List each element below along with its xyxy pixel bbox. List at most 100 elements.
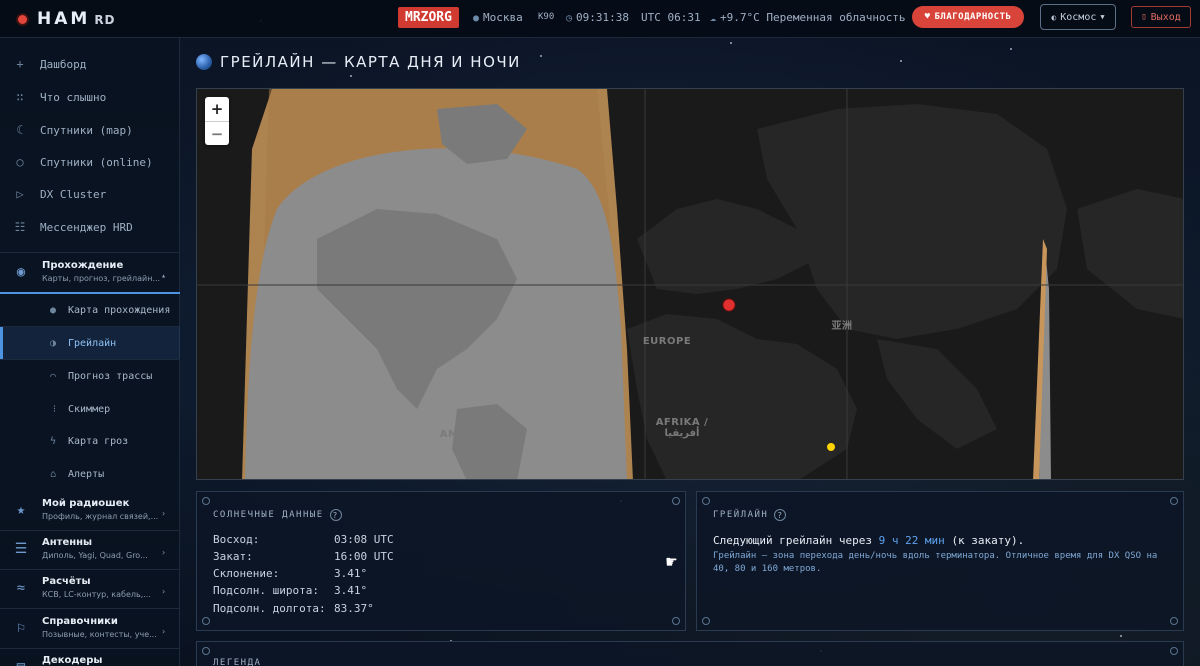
solar-key: Подсолн. широта:	[213, 584, 319, 597]
sidebar-divider	[0, 530, 180, 531]
group-title: Декодеры	[42, 655, 103, 666]
chevron-right-icon: ›	[161, 509, 166, 518]
sidebar-subitem-label: Алерты	[68, 468, 105, 480]
sidebar-subitem-skimmer[interactable]: ⁝ Скиммер	[0, 393, 180, 425]
legend-title: ЛЕГЕНДА	[213, 658, 262, 666]
chevron-right-icon: ›	[161, 548, 166, 557]
sidebar-item-what-heard[interactable]: ∷ Что слышно	[0, 82, 180, 112]
next-greyline: Следующий грейлайн через 9 ч 22 мин (к з…	[713, 534, 1024, 547]
sidebar-item-messenger[interactable]: ☷ Мессенджер HRD	[0, 212, 180, 242]
sidebar-subitem-label: Прогноз трассы	[68, 370, 153, 382]
sidebar-subitem-label: Карта гроз	[68, 435, 129, 447]
chevron-right-icon: ›	[161, 587, 166, 596]
next-value: 9 ч 22 мин	[878, 534, 945, 547]
location-dot-icon: ●	[473, 13, 480, 24]
sidebar: + Дашборд ∷ Что слышно ☾ Спутники (map) ○ Сп…	[0, 38, 180, 666]
target-icon: ◉	[16, 264, 26, 280]
hand-cursor-icon: ☛	[666, 552, 677, 573]
solar-value: 83.37°	[334, 602, 374, 615]
corner-dot-icon	[672, 497, 680, 505]
arc-icon: ⌒	[49, 370, 56, 382]
logo-text: HAM	[37, 9, 91, 29]
solar-value: 16:00 UTC	[334, 550, 394, 563]
top-bar: HAM RD MRZORG ● Москва K90 ◷ 09:31:38 UTC 0…	[0, 0, 1200, 38]
solar-row: Подсолн. широта: 3.41°	[213, 584, 367, 597]
corner-dot-icon	[202, 617, 210, 625]
sidebar-group-decoders[interactable]: ▤ Декодеры	[0, 655, 180, 666]
solar-card-title: СОЛНЕЧНЫЕ ДАННЫЕ	[213, 510, 324, 520]
local-clock: ◷ 09:31:38	[566, 11, 629, 24]
chevron-up-icon: ▴	[161, 271, 166, 280]
thanks-button[interactable]: ♥ БЛАГОДАРНОСТЬ	[912, 6, 1024, 28]
callsign-badge[interactable]: MRZORG	[398, 7, 459, 28]
observer-marker[interactable]	[722, 298, 736, 312]
circle-icon: ○	[16, 155, 24, 169]
sidebar-subitem-storm-map[interactable]: ϟ Карта гроз	[0, 425, 180, 457]
corner-dot-icon	[1170, 647, 1178, 655]
weather-indicator: ☁ +9.7°C Переменная облачность	[710, 11, 905, 24]
map-zoom-control: + −	[205, 97, 229, 145]
sidebar-subitem-path-forecast[interactable]: ⌒ Прогноз трассы	[0, 360, 180, 392]
logo-dot-icon	[18, 14, 27, 24]
sidebar-subitem-propagation-map[interactable]: ● Карта прохождения	[0, 294, 180, 326]
logo-suffix: RD	[94, 13, 116, 27]
sidebar-group-propagation[interactable]: ◉ Прохождение Карты, прогноз, грейлайн..…	[0, 260, 180, 283]
crescent-icon: ☾	[16, 123, 24, 137]
help-icon[interactable]: ?	[774, 509, 787, 521]
weather-text: +9.7°C Переменная облачность	[720, 11, 906, 24]
grid-locator: K90	[538, 12, 555, 22]
sidebar-subitem-greyline[interactable]: ◑ Грейлайн	[0, 327, 180, 359]
exit-label: Выход	[1150, 11, 1181, 23]
group-subtitle: Позывные, контесты, уче...	[42, 630, 157, 639]
legend-card: ЛЕГЕНДА	[196, 641, 1184, 666]
location-indicator: ● Москва	[473, 11, 523, 24]
next-suffix: (к закату).	[951, 534, 1025, 547]
map-label-africa: AFRIKA / أفريقيا	[655, 417, 709, 439]
sidebar-subitem-label: Скиммер	[68, 403, 111, 415]
corner-dot-icon	[702, 497, 710, 505]
sidebar-item-label: Спутники (online)	[40, 155, 153, 169]
exit-button[interactable]: ▯ Выход	[1131, 6, 1191, 28]
sidebar-group-my-shack[interactable]: ★ Мой радиошек Профиль, журнал связей,...…	[0, 498, 180, 521]
solar-row: Склонение: 3.41°	[213, 567, 367, 580]
thanks-label: БЛАГОДАРНОСТЬ	[934, 12, 1012, 22]
sidebar-divider	[0, 648, 180, 649]
group-subtitle: КСВ, LC-контур, кабель,...	[42, 590, 151, 599]
sidebar-item-label: DX Cluster	[40, 187, 107, 201]
zoom-out-button[interactable]: −	[205, 121, 229, 145]
app-logo[interactable]: HAM RD	[18, 9, 116, 29]
grid-dots-icon: ∷	[16, 90, 24, 104]
globe-icon	[196, 54, 212, 70]
dot-icon: ●	[49, 304, 56, 316]
group-title: Мой радиошек	[42, 498, 130, 509]
sidebar-item-satellites-online[interactable]: ○ Спутники (online)	[0, 147, 180, 177]
heart-icon: ♥	[924, 12, 931, 22]
greyline-map[interactable]: NORTH AMERICA EUROPE AFRIKA / أفريقيا AM…	[196, 88, 1184, 480]
sidebar-item-label: Что слышно	[40, 90, 107, 104]
group-subtitle: Профиль, журнал связей,...	[42, 512, 159, 521]
corner-dot-icon	[202, 497, 210, 505]
map-label-europe: EUROPE	[642, 336, 692, 347]
theme-label: Космос	[1060, 11, 1097, 23]
cloud-icon: ☁	[710, 13, 717, 24]
sidebar-item-dx-cluster[interactable]: ▷ DX Cluster	[0, 179, 180, 209]
wave-icon: ≈	[16, 580, 26, 596]
sidebar-item-satellites-map[interactable]: ☾ Спутники (map)	[0, 115, 180, 145]
theme-select[interactable]: ◐ Космос ▼	[1040, 4, 1116, 30]
star-icon: ★	[16, 502, 26, 518]
map-label-asia: 亚洲	[831, 321, 853, 332]
sidebar-group-references[interactable]: ⚐ Справочники Позывные, контесты, уче... …	[0, 616, 180, 639]
zoom-in-button[interactable]: +	[205, 97, 229, 121]
corner-dot-icon	[202, 647, 210, 655]
solar-key: Восход:	[213, 533, 260, 546]
group-title: Прохождение	[42, 260, 124, 271]
help-icon[interactable]: ?	[329, 509, 342, 521]
solar-data-card: СОЛНЕЧНЫЕ ДАННЫЕ? Восход: 03:08 UTC Закат…	[196, 491, 686, 631]
list-icon: ☷	[14, 220, 26, 234]
solar-key: Склонение:	[213, 567, 280, 580]
sidebar-group-calculations[interactable]: ≈ Расчёты КСВ, LC-контур, кабель,... ›	[0, 576, 180, 599]
sidebar-item-dashboard[interactable]: + Дашборд	[0, 49, 180, 79]
sidebar-subitem-alerts[interactable]: ⌂ Алерты	[0, 458, 180, 490]
sidebar-group-antennas[interactable]: ☰ Антенны Диполь, Yagi, Quad, Gro... ›	[0, 537, 180, 560]
flag-icon: ⚐	[16, 620, 26, 636]
